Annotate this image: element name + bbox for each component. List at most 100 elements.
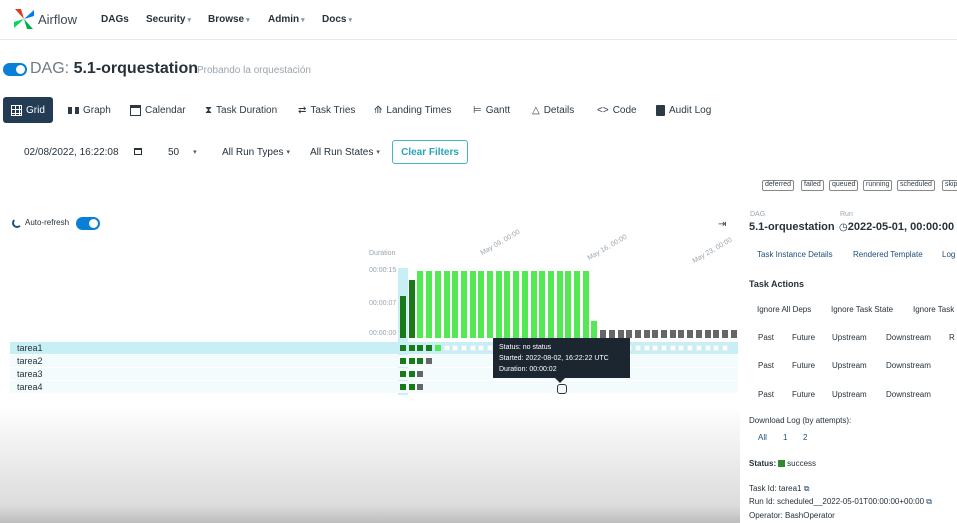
run-duration-bar[interactable] <box>704 330 711 338</box>
task-instance-cell[interactable] <box>460 345 467 351</box>
download-log-attempt-2[interactable]: 2 <box>803 433 807 442</box>
run-duration-bar[interactable] <box>617 330 624 338</box>
download-log-attempt-1[interactable]: 1 <box>783 433 787 442</box>
task-instance-cell[interactable] <box>634 345 641 351</box>
task-instance-cell[interactable] <box>687 345 694 351</box>
nav-security[interactable]: Security ▾ <box>146 14 191 25</box>
copy-icon[interactable]: ⧉ <box>804 484 810 493</box>
task-label-tarea1[interactable]: tarea1 <box>17 343 43 353</box>
ignore-task-state-button[interactable]: Ignore Task State <box>831 305 893 314</box>
run-duration-bar[interactable] <box>417 271 424 338</box>
run-duration-bar[interactable] <box>713 330 720 338</box>
run-duration-bar[interactable] <box>591 321 598 338</box>
task-instance-cell[interactable] <box>408 371 415 377</box>
legend-queued[interactable]: queued <box>829 180 859 191</box>
task-instance-cell[interactable] <box>417 384 424 390</box>
task-instance-cell[interactable] <box>417 371 424 377</box>
tab-graph[interactable]: Graph <box>68 97 111 123</box>
task-instance-details-link[interactable]: Task Instance Details <box>757 250 833 259</box>
task-instance-cell[interactable] <box>426 345 433 351</box>
run-duration-bar[interactable] <box>408 280 415 338</box>
clear-past-button[interactable]: Past <box>758 333 774 342</box>
run-duration-bar[interactable] <box>469 271 476 338</box>
run-duration-bar[interactable] <box>608 330 615 338</box>
mark-success-past-button[interactable]: Past <box>758 390 774 399</box>
nav-dags[interactable]: DAGs <box>101 14 129 25</box>
task-instance-cell[interactable] <box>417 345 424 351</box>
run-duration-bar[interactable] <box>565 271 572 338</box>
task-instance-cell[interactable] <box>678 345 685 351</box>
task-instance-cell[interactable] <box>434 345 441 351</box>
legend-running[interactable]: running <box>863 180 893 191</box>
run-duration-bar[interactable] <box>556 271 563 338</box>
task-label-tarea3[interactable]: tarea3 <box>17 369 43 379</box>
mark-failed-upstream-button[interactable]: Upstream <box>832 361 867 370</box>
calendar-icon[interactable] <box>134 148 142 155</box>
run-duration-bar[interactable] <box>487 271 493 338</box>
download-log-all[interactable]: All <box>758 433 767 442</box>
base-date-input[interactable]: 02/08/2022, 16:22:08 <box>24 141 148 163</box>
num-runs-select[interactable]: 50 ▾ <box>168 141 206 163</box>
task-instance-cell[interactable] <box>661 345 667 351</box>
run-duration-bar[interactable] <box>687 330 694 338</box>
run-duration-bar[interactable] <box>661 330 667 338</box>
run-duration-bar[interactable] <box>478 271 485 338</box>
run-duration-bar[interactable] <box>652 330 659 338</box>
clear-filters-button[interactable]: Clear Filters <box>392 140 468 164</box>
clear-upstream-button[interactable]: Upstream <box>832 333 867 342</box>
auto-refresh-toggle[interactable] <box>76 217 100 230</box>
run-duration-bar[interactable] <box>721 330 728 338</box>
tab-task-tries[interactable]: ⇄ Task Tries <box>298 97 355 123</box>
collapse-details-icon[interactable]: ⇥ <box>718 219 726 230</box>
task-instance-cell[interactable] <box>478 345 485 351</box>
task-label-tarea4[interactable]: tarea4 <box>17 382 43 392</box>
clear-downstream-button[interactable]: Downstream <box>886 333 931 342</box>
task-instance-cell[interactable] <box>704 345 711 351</box>
run-duration-bar[interactable] <box>400 296 406 338</box>
run-duration-bar[interactable] <box>513 271 520 338</box>
brand-name[interactable]: Airflow <box>38 12 77 27</box>
run-duration-bar[interactable] <box>521 271 528 338</box>
run-duration-bar[interactable] <box>643 330 650 338</box>
task-instance-cell[interactable] <box>669 345 676 351</box>
run-duration-bar[interactable] <box>600 330 607 338</box>
legend-deferred[interactable]: deferred <box>762 180 795 191</box>
dag-pause-toggle[interactable] <box>3 63 27 76</box>
run-duration-bar[interactable] <box>626 330 633 338</box>
run-duration-bar[interactable] <box>495 271 502 338</box>
task-instance-cell[interactable] <box>408 345 415 351</box>
tab-code[interactable]: <> Code <box>597 97 637 123</box>
task-instance-cell[interactable] <box>443 345 450 351</box>
legend-scheduled[interactable]: scheduled <box>897 180 935 191</box>
task-instance-cell[interactable] <box>721 345 728 351</box>
task-instance-cell[interactable] <box>426 358 433 364</box>
tab-gantt[interactable]: ⊨ Gantt <box>473 97 510 123</box>
run-duration-bar[interactable] <box>547 271 554 338</box>
task-instance-cell[interactable] <box>452 345 459 351</box>
ignore-task-deps-button[interactable]: Ignore Task <box>913 305 954 314</box>
nav-admin[interactable]: Admin ▾ <box>268 14 305 25</box>
run-duration-bar[interactable] <box>530 271 537 338</box>
tab-task-duration[interactable]: ⧗ Task Duration <box>205 97 277 123</box>
mark-success-upstream-button[interactable]: Upstream <box>832 390 867 399</box>
nav-browse[interactable]: Browse ▾ <box>208 14 250 25</box>
nav-docs[interactable]: Docs ▾ <box>322 14 352 25</box>
run-duration-bar[interactable] <box>434 271 441 338</box>
run-types-select[interactable]: All Run Types ▾ <box>222 141 292 163</box>
task-label-tarea2[interactable]: tarea2 <box>17 356 43 366</box>
run-duration-bar[interactable] <box>539 271 546 338</box>
tab-landing-times[interactable]: ⟰ Landing Times <box>374 97 451 123</box>
task-instance-cell[interactable] <box>643 345 650 351</box>
run-duration-bar[interactable] <box>460 271 467 338</box>
run-duration-bar[interactable] <box>582 271 589 338</box>
panel-dag-name[interactable]: 5.1-orquestation <box>749 221 835 233</box>
log-link[interactable]: Log <box>942 250 955 259</box>
run-duration-bar[interactable] <box>443 271 450 338</box>
run-duration-bar[interactable] <box>669 330 676 338</box>
run-duration-bar[interactable] <box>634 330 641 338</box>
task-instance-cell[interactable] <box>400 384 406 390</box>
task-instance-cell[interactable] <box>713 345 720 351</box>
tab-grid[interactable]: Grid <box>3 97 53 123</box>
tab-audit-log[interactable]: Audit Log <box>656 97 711 123</box>
mark-failed-future-button[interactable]: Future <box>792 361 815 370</box>
